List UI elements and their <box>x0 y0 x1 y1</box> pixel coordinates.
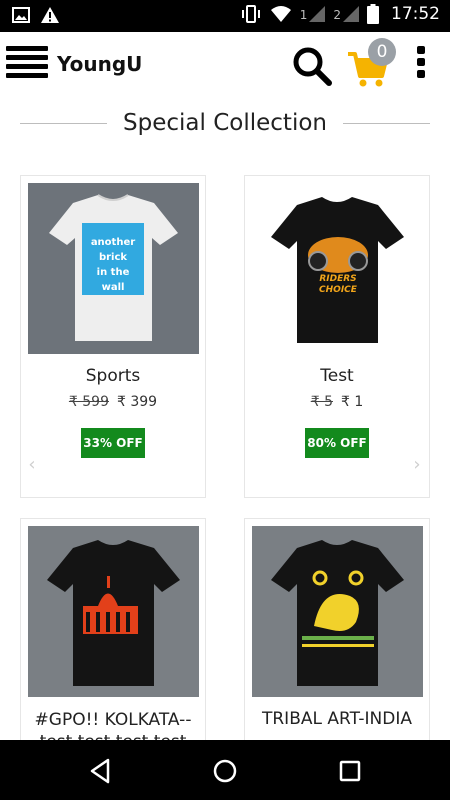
section-title: Special Collection <box>123 110 327 136</box>
product-price: ₹ 5 ₹ 1 <box>245 394 429 410</box>
chevron-left-icon[interactable]: ‹ <box>25 455 39 475</box>
discount-badge: 33% OFF <box>81 428 145 458</box>
sim1-label: 1 <box>299 8 308 22</box>
home-button[interactable] <box>210 756 240 786</box>
recent-apps-button[interactable] <box>335 756 365 786</box>
product-image[interactable]: another brick in the wall <box>28 183 199 354</box>
product-image[interactable]: RIDERS CHOICE <box>252 183 423 354</box>
sim2-label: 2 <box>333 8 341 22</box>
recent-apps-icon <box>339 760 361 782</box>
product-image[interactable] <box>28 526 199 697</box>
original-price: ₹ 599 <box>68 394 109 410</box>
product-card[interactable]: TRIBAL ART-INDIA <box>244 518 430 758</box>
divider <box>20 122 108 124</box>
product-card[interactable]: #GPO!! KOLKATA--test test test test <box>20 518 206 758</box>
vibrate-icon <box>241 5 260 23</box>
status-bar: 1 2 17:52 <box>0 0 450 32</box>
section-header: Special Collection <box>20 106 431 140</box>
product-price: ₹ 599 ₹ 399 <box>21 394 205 410</box>
search-button[interactable] <box>290 44 334 88</box>
sim1-signal-icon: 1 <box>300 6 326 22</box>
svg-text:another: another <box>91 237 135 248</box>
wifi-icon <box>270 6 291 22</box>
svg-text:RIDERS: RIDERS <box>319 274 356 284</box>
svg-text:CHOICE: CHOICE <box>319 285 358 295</box>
chevron-right-icon[interactable]: › <box>410 455 424 475</box>
battery-icon <box>367 4 379 24</box>
navigation-bar <box>0 740 450 800</box>
sim2-signal-icon: 2 <box>333 6 359 22</box>
warning-icon <box>41 7 59 23</box>
sale-price: ₹ 399 <box>117 394 158 410</box>
product-card[interactable]: RIDERS CHOICE Test ₹ 5 ₹ 1 80% OFF <box>244 175 430 498</box>
cart-button[interactable]: 0 <box>346 38 396 87</box>
sale-price: ₹ 1 <box>341 394 364 410</box>
product-name[interactable]: Sports <box>21 366 205 386</box>
product-image[interactable] <box>252 526 423 697</box>
original-price: ₹ 5 <box>310 394 333 410</box>
svg-text:in the: in the <box>97 267 130 278</box>
product-name[interactable]: TRIBAL ART-INDIA <box>245 709 429 729</box>
clock: 17:52 <box>391 4 440 24</box>
menu-icon[interactable] <box>6 46 48 80</box>
svg-text:brick: brick <box>99 252 127 263</box>
product-name[interactable]: Test <box>245 366 429 386</box>
more-vert-icon[interactable] <box>413 46 429 80</box>
product-card[interactable]: another brick in the wall Sports ₹ 599 ₹ … <box>20 175 206 498</box>
app-bar: YoungU 0 <box>0 32 450 94</box>
search-icon <box>293 47 332 86</box>
home-icon <box>213 759 237 783</box>
divider <box>342 122 431 124</box>
back-icon <box>90 758 110 784</box>
brand-title: YoungU <box>57 52 143 76</box>
discount-badge: 80% OFF <box>305 428 369 458</box>
image-notification-icon <box>12 7 30 23</box>
back-button[interactable] <box>86 756 116 786</box>
cart-count-badge: 0 <box>368 38 396 66</box>
svg-text:wall: wall <box>102 282 125 293</box>
